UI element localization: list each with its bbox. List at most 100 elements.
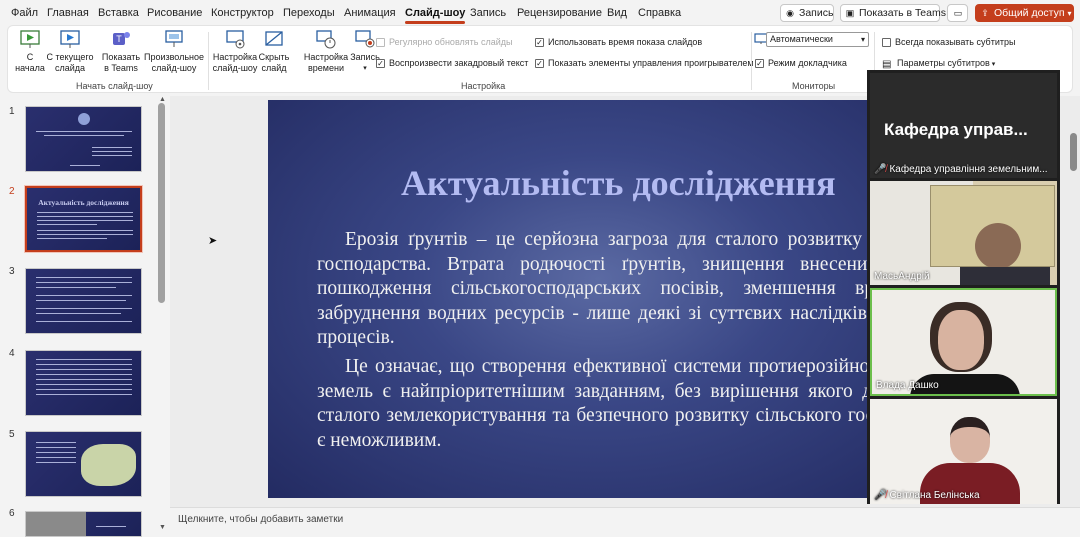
teams-icon: T [113, 32, 130, 45]
play-from-start-icon [20, 30, 40, 48]
monitor-select[interactable]: Автоматически ▾ [766, 32, 869, 47]
custom-show-button[interactable]: Произвольное слайд-шоу [142, 28, 206, 74]
text-line [37, 224, 97, 225]
group-label-setup: Настройка [461, 81, 506, 91]
ribbon-divider [751, 32, 752, 90]
current-slide[interactable]: Актуальність дослідження Ерозія ґрунтів … [268, 100, 868, 498]
menu-bar: Файл Главная Вставка Рисование Конструкт… [0, 0, 1080, 25]
slide-thumbnail-5[interactable] [25, 431, 142, 497]
text-line [36, 442, 76, 443]
text-line [37, 220, 133, 221]
thumbnail-title: Актуальність дослідження [38, 198, 129, 207]
checkbox-box [882, 38, 891, 47]
menu-design[interactable]: Конструктор [211, 7, 274, 19]
setup-show-button[interactable]: Настройка слайд-шоу [212, 28, 258, 74]
thumbnails-scrollbar[interactable] [158, 103, 165, 303]
from-beginning-label: С начала [15, 52, 45, 73]
menu-insert[interactable]: Вставка [98, 7, 139, 19]
presenter-view-label: Режим докладчика [768, 58, 847, 68]
room-title: Кафедра управ... [884, 120, 1028, 139]
room-name-label: Кафедра управління земельним... [889, 164, 1048, 175]
chevron-down-icon: ▾ [1067, 9, 1072, 18]
update-slides-label: Регулярно обновлять слайды [389, 37, 513, 47]
slide-paragraph-1[interactable]: Ерозія ґрунтів – це серйозна загроза для… [317, 228, 868, 351]
from-current-button[interactable]: С текущего слайда [46, 28, 94, 74]
scroll-up-icon[interactable]: ▲ [159, 96, 166, 103]
text-line [36, 313, 121, 314]
text-line [36, 457, 76, 458]
participant-tile-2[interactable]: Влада Дашко [870, 288, 1057, 396]
menu-draw[interactable]: Рисование [147, 7, 202, 19]
teams-icon: ▣ [845, 8, 855, 18]
play-narration-label: Воспроизвести закадровый текст [389, 58, 529, 68]
slide-thumbnail-6[interactable] [25, 511, 142, 537]
rehearse-timings-button[interactable]: Настройка времени [302, 28, 350, 74]
text-line [37, 216, 133, 217]
text-line [36, 462, 76, 463]
text-line [92, 155, 132, 156]
presenter-view-checkbox[interactable]: ✓ Режим докладчика [755, 57, 847, 70]
slide-number: 2 [9, 186, 15, 197]
present-teams-button[interactable]: T Показать в Teams [100, 28, 142, 74]
menu-home[interactable]: Главная [47, 7, 89, 19]
slide-thumbnail-2[interactable]: Актуальність дослідження [24, 185, 143, 253]
setup-icon [226, 30, 245, 49]
monitor-value: Автоматически [770, 34, 833, 44]
use-timings-checkbox[interactable]: ✓ Использовать время показа слайдов [535, 36, 702, 49]
editor-scrollbar[interactable] [1070, 133, 1077, 171]
participant-head [975, 223, 1021, 269]
participant-tile-1[interactable]: МасьАндрій [870, 181, 1057, 285]
custom-show-icon [165, 30, 183, 47]
checkmark-icon: ✓ [376, 59, 385, 68]
menu-record[interactable]: Запись [470, 7, 506, 19]
play-narration-checkbox[interactable]: ✓ Воспроизвести закадровый текст [376, 57, 528, 70]
play-current-icon [60, 30, 80, 48]
slide-number: 5 [9, 429, 15, 440]
slide-paragraph-2[interactable]: Це означає, що створення ефективної сист… [317, 355, 868, 453]
menu-help[interactable]: Справка [638, 7, 681, 19]
participant-tile-3[interactable]: 🎤̸ Світлана Белінська [870, 399, 1057, 504]
menu-file[interactable]: Файл [11, 7, 38, 19]
participant-face [938, 310, 984, 370]
comments-button[interactable]: ▭ [947, 4, 968, 22]
menu-transitions[interactable]: Переходы [283, 7, 335, 19]
text-line [36, 308, 132, 309]
slide-title[interactable]: Актуальність дослідження [401, 162, 836, 204]
scroll-down-icon[interactable]: ▼ [159, 524, 166, 531]
slide-thumbnail-3[interactable] [25, 268, 142, 334]
update-slides-checkbox[interactable]: Регулярно обновлять слайды [376, 36, 512, 49]
media-controls-label: Показать элементы управления проигрывате… [548, 58, 754, 68]
from-beginning-button[interactable]: С начала [12, 28, 48, 74]
always-subtitles-checkbox[interactable]: Всегда показывать субтитры [882, 36, 1015, 49]
present-teams-label: Показать в Teams [101, 52, 141, 73]
show-media-controls-checkbox[interactable]: ✓ Показать элементы управления проигрыват… [535, 57, 754, 70]
hide-slide-icon [265, 31, 283, 46]
rehearse-label: Настройка времени [303, 52, 349, 73]
present-in-teams-button[interactable]: ▣ Показать в Teams [840, 4, 946, 22]
text-line [36, 374, 132, 375]
text-line [36, 321, 132, 322]
share-icon: ⇪ [981, 8, 989, 18]
svg-text:T: T [116, 34, 122, 44]
text-line [36, 131, 132, 132]
menu-animations[interactable]: Анимация [344, 7, 396, 19]
participant-face [950, 417, 990, 463]
share-button[interactable]: ⇪ Общий доступ ▾ [975, 4, 1074, 22]
menu-review[interactable]: Рецензирование [517, 7, 602, 19]
text-line [37, 230, 133, 231]
chevron-down-icon: ▾ [860, 35, 865, 44]
slide-thumbnail-4[interactable] [25, 350, 142, 416]
hide-slide-button[interactable]: Скрыть слайд [258, 28, 290, 74]
record-slide-icon [355, 30, 375, 48]
text-line [36, 447, 76, 448]
notes-placeholder[interactable]: Щелкните, чтобы добавить заметки [178, 514, 343, 525]
checkmark-icon: ✓ [535, 59, 544, 68]
slide-image [26, 512, 86, 536]
record-button[interactable]: ◉ Запись [780, 4, 834, 22]
checkbox-box [376, 38, 385, 47]
menu-view[interactable]: Вид [607, 7, 627, 19]
subtitle-settings-button[interactable]: ▤ Параметры субтитров ▾ [882, 57, 995, 70]
use-timings-label: Использовать время показа слайдов [548, 37, 703, 47]
slide-thumbnail-1[interactable] [25, 106, 142, 172]
menu-slideshow[interactable]: Слайд-шоу [405, 7, 466, 24]
